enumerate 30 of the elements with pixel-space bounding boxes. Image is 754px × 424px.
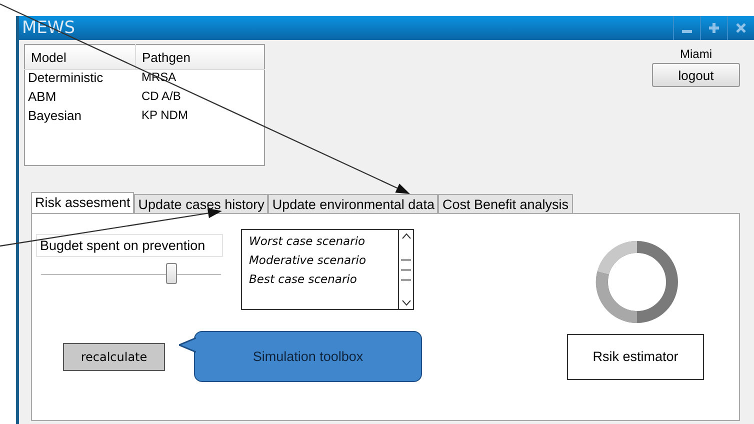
table-cell: Deterministic <box>24 70 136 89</box>
close-icon <box>736 23 746 33</box>
scroll-down-icon[interactable] <box>402 300 410 306</box>
tab[interactable]: Risk assesment <box>31 192 134 213</box>
tab[interactable]: Cost Benefit analysis <box>438 194 573 213</box>
column-header: Model <box>24 44 136 70</box>
table-cell: KP NDM <box>136 108 264 127</box>
tab[interactable]: Update cases history <box>134 194 268 213</box>
recalculate-button[interactable]: recalculate <box>63 342 165 370</box>
column-header: Pathgen <box>136 44 264 70</box>
ring-icon <box>595 240 679 324</box>
budget-slider[interactable] <box>41 263 221 285</box>
scenario-list[interactable]: Worst case scenario Moderative scenario Best case scenario <box>241 229 414 310</box>
list-item[interactable]: Moderative scenario <box>249 253 398 267</box>
plus-icon <box>709 23 719 33</box>
tab[interactable]: Update environmental data <box>268 194 438 213</box>
logout-button[interactable]: logout <box>652 63 740 87</box>
scroll-up-icon[interactable] <box>402 233 410 239</box>
slider-thumb[interactable] <box>166 263 178 284</box>
table-cell: ABM <box>24 89 136 108</box>
list-item[interactable]: Worst case scenario <box>249 234 398 248</box>
estimator-box: Rsik estimator <box>567 334 704 380</box>
callout-text: Simulation toolbox <box>252 349 364 364</box>
scrollbar[interactable] <box>398 230 413 309</box>
list-item[interactable]: Best case scenario <box>249 272 398 286</box>
budget-label: Bugdet spent on prevention <box>36 234 223 257</box>
table-cell: Bayesian <box>24 108 136 127</box>
table-cell: CD A/B <box>136 89 264 108</box>
minimize-icon <box>682 30 692 33</box>
user-name: Miami <box>680 47 712 61</box>
